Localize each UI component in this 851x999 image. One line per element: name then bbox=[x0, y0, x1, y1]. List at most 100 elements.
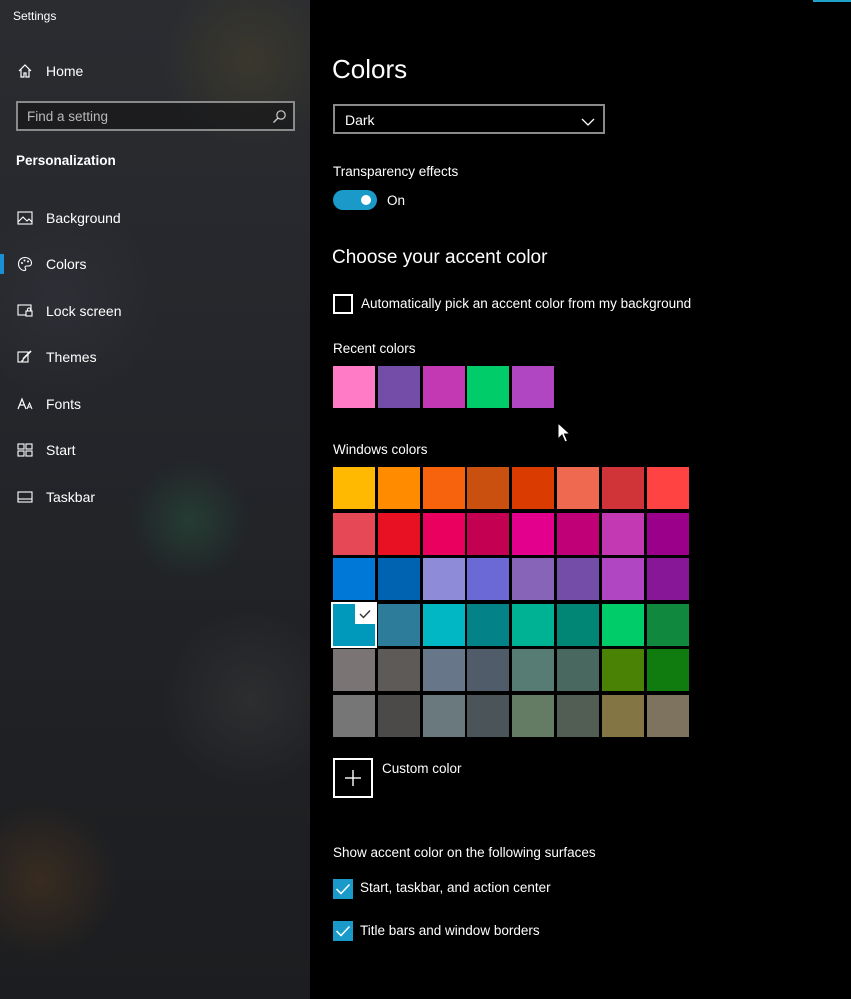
windows-color-swatch[interactable] bbox=[601, 467, 644, 509]
transparency-state: On bbox=[387, 193, 406, 208]
windows-color-swatch[interactable] bbox=[467, 558, 510, 601]
windows-color-swatch[interactable] bbox=[557, 603, 599, 646]
start-taskbar-label: Start, taskbar, and action center bbox=[360, 880, 551, 895]
windows-color-swatch[interactable] bbox=[601, 603, 644, 646]
windows-color-swatch[interactable] bbox=[646, 512, 689, 555]
windows-color-swatch[interactable] bbox=[333, 467, 375, 509]
toggle-knob bbox=[361, 195, 371, 205]
windows-color-swatch[interactable] bbox=[646, 603, 689, 646]
windows-color-swatch[interactable] bbox=[333, 512, 375, 555]
recent-color-swatch[interactable] bbox=[467, 366, 510, 408]
windows-color-swatch[interactable] bbox=[422, 512, 465, 555]
recent-color-swatch[interactable] bbox=[512, 366, 555, 408]
start-icon bbox=[16, 441, 34, 459]
windows-color-swatch[interactable] bbox=[646, 695, 689, 737]
windows-color-swatch[interactable] bbox=[377, 649, 420, 692]
palette-icon bbox=[16, 255, 34, 273]
windows-color-swatch[interactable] bbox=[377, 512, 420, 555]
windows-color-swatch[interactable] bbox=[467, 603, 510, 646]
windows-color-swatch[interactable] bbox=[377, 603, 420, 646]
windows-color-swatch[interactable] bbox=[512, 649, 555, 692]
chevron-down-icon bbox=[581, 114, 595, 126]
windows-color-swatch[interactable] bbox=[377, 467, 420, 509]
windows-color-swatch[interactable] bbox=[601, 558, 644, 601]
sidebar-item-themes[interactable]: Themes bbox=[0, 340, 310, 374]
windows-color-swatch[interactable] bbox=[646, 558, 689, 601]
surfaces-label: Show accent color on the following surfa… bbox=[333, 845, 596, 860]
sidebar-item-label: Themes bbox=[46, 349, 97, 365]
windows-color-swatch[interactable] bbox=[467, 649, 510, 692]
recent-color-swatch[interactable] bbox=[422, 366, 465, 408]
nav-home-label: Home bbox=[46, 63, 84, 79]
windows-color-swatch[interactable] bbox=[646, 467, 689, 509]
windows-color-swatch[interactable] bbox=[333, 695, 375, 737]
windows-color-swatch[interactable] bbox=[377, 558, 420, 601]
windows-color-swatch[interactable] bbox=[601, 695, 644, 737]
sidebar-item-taskbar[interactable]: Taskbar bbox=[0, 480, 310, 514]
sidebar-item-background[interactable]: Background bbox=[0, 201, 310, 235]
windows-color-swatch[interactable] bbox=[557, 695, 599, 737]
page-title: Colors bbox=[332, 54, 408, 84]
sidebar-item-label: Start bbox=[46, 442, 76, 458]
search-box[interactable] bbox=[16, 101, 295, 131]
nav-home[interactable]: Home bbox=[0, 56, 310, 86]
custom-color-button[interactable] bbox=[333, 758, 373, 798]
mouse-cursor-icon bbox=[557, 421, 572, 444]
windows-color-swatch[interactable] bbox=[331, 601, 377, 648]
windows-color-swatch[interactable] bbox=[557, 649, 599, 692]
start-taskbar-checkbox[interactable] bbox=[333, 879, 353, 899]
windows-color-swatch[interactable] bbox=[467, 695, 510, 737]
auto-pick-checkbox[interactable] bbox=[333, 294, 353, 314]
sidebar-item-label: Fonts bbox=[46, 396, 82, 412]
windows-color-swatch[interactable] bbox=[601, 512, 644, 555]
mode-dropdown-value: Dark bbox=[345, 112, 375, 128]
mode-dropdown[interactable]: Dark bbox=[333, 104, 605, 134]
app-title: Settings bbox=[13, 9, 57, 23]
windows-color-swatch[interactable] bbox=[422, 558, 465, 601]
sidebar-item-start[interactable]: Start bbox=[0, 433, 310, 467]
sidebar: Settings Home Personalization Background… bbox=[0, 0, 310, 999]
transparency-toggle[interactable] bbox=[333, 190, 377, 210]
picture-icon bbox=[16, 209, 34, 227]
windows-color-swatch[interactable] bbox=[557, 558, 599, 601]
windows-color-swatch[interactable] bbox=[512, 603, 555, 646]
windows-color-swatch[interactable] bbox=[467, 512, 510, 555]
recent-color-swatch[interactable] bbox=[333, 366, 375, 408]
windows-color-swatch[interactable] bbox=[512, 558, 555, 601]
windows-color-swatch[interactable] bbox=[557, 512, 599, 555]
windows-color-swatch[interactable] bbox=[512, 695, 555, 737]
font-icon bbox=[16, 395, 34, 413]
checkmark-icon bbox=[335, 883, 351, 895]
search-icon[interactable] bbox=[272, 109, 287, 124]
search-input[interactable] bbox=[18, 103, 293, 129]
transparency-label: Transparency effects bbox=[333, 164, 459, 179]
plus-icon bbox=[345, 770, 361, 786]
sidebar-item-lock-screen[interactable]: Lock screen bbox=[0, 294, 310, 328]
windows-color-swatch[interactable] bbox=[333, 558, 375, 601]
home-icon bbox=[16, 62, 34, 80]
brush-icon bbox=[16, 348, 34, 366]
windows-color-swatch[interactable] bbox=[422, 649, 465, 692]
windows-color-swatch[interactable] bbox=[377, 695, 420, 737]
title-bars-checkbox[interactable] bbox=[333, 921, 353, 941]
windows-color-swatch[interactable] bbox=[467, 467, 510, 509]
windows-color-swatch[interactable] bbox=[512, 467, 555, 509]
sidebar-item-label: Colors bbox=[46, 256, 87, 272]
windows-color-swatch[interactable] bbox=[512, 512, 555, 555]
custom-color-label[interactable]: Custom color bbox=[382, 761, 462, 776]
taskbar-icon bbox=[16, 488, 34, 506]
window-accent-strip bbox=[813, 0, 851, 2]
windows-color-swatch[interactable] bbox=[422, 603, 465, 646]
windows-color-swatch[interactable] bbox=[557, 467, 599, 509]
windows-color-swatch[interactable] bbox=[422, 467, 465, 509]
auto-pick-label: Automatically pick an accent color from … bbox=[361, 296, 692, 311]
sidebar-item-label: Taskbar bbox=[46, 489, 96, 505]
checkmark-icon bbox=[335, 925, 351, 937]
windows-color-swatch[interactable] bbox=[422, 695, 465, 737]
windows-color-swatch[interactable] bbox=[601, 649, 644, 692]
windows-color-swatch[interactable] bbox=[646, 649, 689, 692]
sidebar-item-colors[interactable]: Colors bbox=[0, 247, 310, 281]
sidebar-item-fonts[interactable]: Fonts bbox=[0, 387, 310, 421]
recent-color-swatch[interactable] bbox=[377, 366, 420, 408]
windows-color-swatch[interactable] bbox=[333, 649, 375, 692]
